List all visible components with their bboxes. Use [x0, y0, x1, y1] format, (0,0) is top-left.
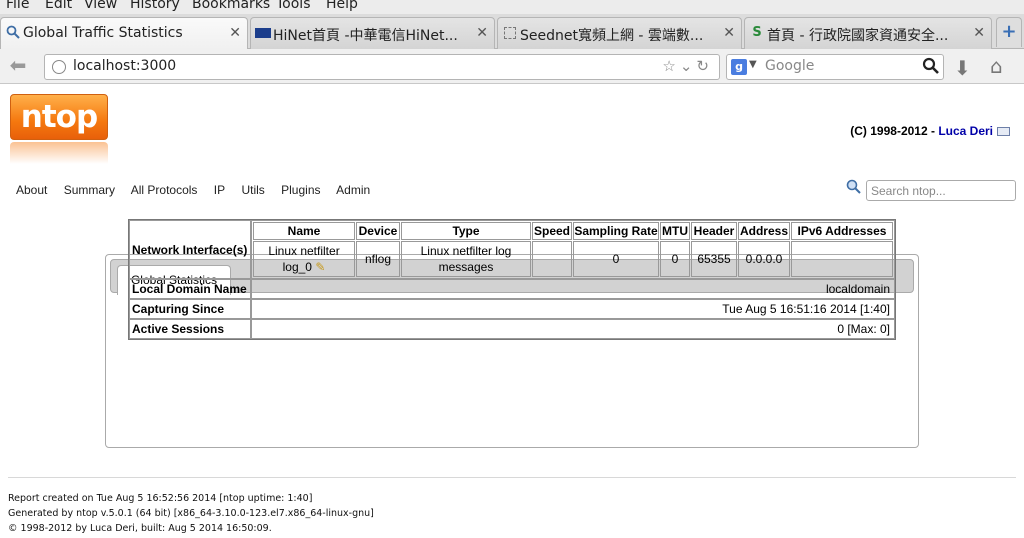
table-row: Capturing Since Tue Aug 5 16:51:16 2014 … [129, 299, 895, 319]
column-name: Name [253, 222, 355, 240]
interface-ipv6 [791, 241, 893, 277]
close-icon[interactable]: ✕ [723, 25, 735, 41]
copyright-prefix: (C) 1998-2012 - [850, 124, 939, 138]
ntop-logo[interactable]: ntop [10, 94, 108, 140]
capturing-since-label: Capturing Since [129, 299, 251, 319]
column-mtu: MTU [660, 222, 690, 240]
close-icon[interactable]: ✕ [229, 25, 241, 41]
column-type: Type [401, 222, 531, 240]
menu-history[interactable]: History [130, 0, 180, 12]
download-icon[interactable]: ⬇ [954, 56, 971, 80]
menu-help[interactable]: Help [326, 0, 358, 12]
search-placeholder: Google [765, 58, 815, 74]
chevron-down-icon[interactable]: ▼ [749, 59, 757, 70]
nav-bar: ⬅ localhost:3000 ☆⌄↻ g ▼ Google ⬇ ⌂ [0, 49, 1024, 84]
statistics-table: Network Interface(s) Name Device Type Sp… [128, 219, 896, 340]
column-sampling-rate: Sampling Rate [573, 222, 659, 240]
menu-plugins[interactable]: Plugins [281, 183, 320, 197]
main-menu: About Summary All Protocols IP Utils Plu… [16, 183, 383, 197]
menu-admin[interactable]: Admin [336, 183, 370, 197]
menu-tools[interactable]: Tools [276, 0, 311, 12]
interfaces-header-row: Name Device Type Speed Sampling Rate MTU… [253, 222, 893, 240]
interface-row: Linux netfilter log_0 ✎ nflog Linux netf… [253, 241, 893, 277]
browser-search-bar[interactable]: g ▼ Google [726, 54, 944, 80]
tab-label: HiNet首頁 -中華電信HiNet... [273, 28, 458, 44]
menu-view[interactable]: View [84, 0, 117, 12]
interface-name[interactable]: Linux netfilter log_0 [268, 244, 339, 274]
menu-bar: File Edit View History Bookmarks Tools H… [0, 0, 1024, 14]
logo-reflection [10, 142, 108, 164]
local-domain-label: Local Domain Name [129, 279, 251, 299]
globe-icon [52, 60, 66, 74]
menu-about[interactable]: About [16, 183, 47, 197]
hinet-favicon-icon [255, 28, 271, 38]
close-icon[interactable]: ✕ [973, 25, 985, 41]
interface-device: nflog [356, 241, 400, 277]
menu-file[interactable]: File [6, 0, 29, 12]
table-row: Local Domain Name localdomain [129, 279, 895, 299]
column-header: Header [691, 222, 737, 240]
interface-name-cell: Linux netfilter log_0 ✎ [253, 241, 355, 277]
tab-label: Seednet寬頻上網 - 雲端數... [520, 28, 704, 44]
close-icon[interactable]: ✕ [476, 25, 488, 41]
menu-bookmarks[interactable]: Bookmarks [192, 0, 270, 12]
active-sessions-label: Active Sessions [129, 319, 251, 339]
interface-sampling-rate: 0 [573, 241, 659, 277]
column-speed: Speed [532, 222, 572, 240]
new-tab-button[interactable]: + [996, 17, 1022, 47]
column-device: Device [356, 222, 400, 240]
menu-ip[interactable]: IP [214, 183, 225, 197]
interface-speed [532, 241, 572, 277]
tab-label: Global Traffic Statistics [23, 25, 183, 41]
search-icon[interactable] [922, 57, 940, 75]
active-sessions-value: 0 [Max: 0] [251, 319, 895, 339]
search-icon [5, 25, 21, 41]
interface-mtu: 0 [660, 241, 690, 277]
tab-label: 首頁 - 行政院國家資通安全... [767, 28, 949, 44]
url-text: localhost:3000 [73, 58, 177, 74]
interface-header: 65355 [691, 241, 737, 277]
search-icon [846, 179, 862, 199]
capturing-since-value: Tue Aug 5 16:51:16 2014 [1:40] [251, 299, 895, 319]
menu-all-protocols[interactable]: All Protocols [131, 183, 198, 197]
url-bar[interactable]: localhost:3000 ☆⌄↻ [44, 54, 720, 80]
edit-pencil-icon[interactable]: ✎ [315, 259, 325, 275]
column-address: Address [738, 222, 790, 240]
tab-hinet[interactable]: HiNet首頁 -中華電信HiNet... ✕ [250, 17, 495, 49]
table-row: Network Interface(s) Name Device Type Sp… [129, 220, 895, 279]
copyright: (C) 1998-2012 - Luca Deri [850, 124, 1010, 138]
gov-favicon-icon: S [752, 25, 762, 40]
tab-gov[interactable]: S 首頁 - 行政院國家資通安全... ✕ [744, 17, 992, 49]
interfaces-cell: Name Device Type Speed Sampling Rate MTU… [251, 220, 895, 279]
interface-type: Linux netfilter log messages [401, 241, 531, 277]
mail-icon[interactable] [997, 127, 1010, 136]
search-input[interactable]: Search ntop... [866, 180, 1016, 201]
page-favicon-icon [504, 27, 516, 39]
logo-text: ntop [20, 99, 98, 135]
tab-global-traffic[interactable]: Global Traffic Statistics ✕ [0, 17, 248, 50]
menu-utils[interactable]: Utils [241, 183, 264, 197]
google-icon[interactable]: g [731, 59, 747, 75]
interface-address: 0.0.0.0 [738, 241, 790, 277]
interfaces-table: Name Device Type Speed Sampling Rate MTU… [252, 221, 894, 278]
menu-edit[interactable]: Edit [45, 0, 72, 12]
table-row: Active Sessions 0 [Max: 0] [129, 319, 895, 339]
network-interfaces-label: Network Interface(s) [129, 220, 251, 279]
column-ipv6: IPv6 Addresses [791, 222, 893, 240]
menu-summary[interactable]: Summary [64, 183, 115, 197]
bookmark-star-icon[interactable]: ☆⌄↻ [662, 57, 713, 75]
tab-strip: Global Traffic Statistics ✕ HiNet首頁 -中華電… [0, 14, 1024, 50]
local-domain-value: localdomain [251, 279, 895, 299]
author-link[interactable]: Luca Deri [938, 124, 993, 138]
home-icon[interactable]: ⌂ [990, 54, 1003, 78]
back-icon[interactable]: ⬅ [4, 54, 32, 78]
tab-seednet[interactable]: Seednet寬頻上網 - 雲端數... ✕ [497, 17, 742, 49]
